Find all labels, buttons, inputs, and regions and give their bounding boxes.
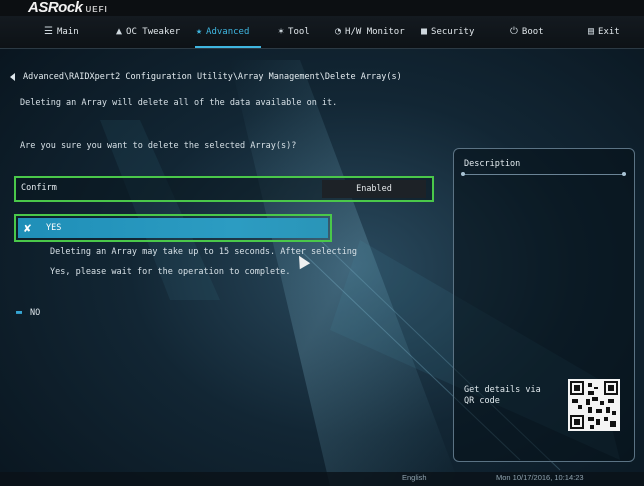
tab-exit[interactable]: ▤ Exit (588, 16, 620, 48)
tab-security-label: Security (431, 27, 475, 37)
shield-icon: ■ (421, 26, 428, 37)
tab-hw-monitor-label: H/W Monitor (345, 27, 405, 37)
tab-exit-label: Exit (598, 27, 620, 37)
tab-oc-tweaker-label: OC Tweaker (126, 27, 181, 37)
tools-icon: ✘ (24, 221, 32, 235)
tab-main-label: Main (56, 27, 79, 37)
breadcrumb: Advanced\RAIDXpert2 Configuration Utilit… (10, 70, 402, 84)
brand-name: ASRock (28, 0, 83, 16)
rocket-icon: ▲ (116, 26, 123, 37)
info-text: Deleting an Array will delete all of the… (20, 98, 338, 108)
language-selector[interactable]: English (402, 473, 427, 482)
yes-option-label: YES (46, 223, 62, 233)
confirm-value-dropdown[interactable]: Enabled (322, 180, 426, 198)
tab-tool[interactable]: ✶ Tool (278, 16, 310, 48)
tab-advanced-label: Advanced (206, 27, 250, 37)
no-option-row[interactable]: ▬ NO (16, 306, 40, 320)
main-menu-bar: ☰ Main ▲ OC Tweaker ★ Advanced ✶ Tool ◔ H/W M… (0, 16, 644, 49)
status-bar: English Mon 10/17/2016, 10:14:23 (0, 472, 644, 486)
yes-description-line-1: Deleting an Array may take up to 15 seco… (50, 247, 358, 257)
description-title: Description (464, 159, 521, 169)
divider-dot-right (622, 172, 626, 176)
description-panel: Description Get details via QR code (453, 148, 635, 462)
tab-hw-monitor[interactable]: ◔ H/W Monitor (335, 16, 405, 48)
no-option-label: NO (30, 308, 41, 318)
tab-advanced[interactable]: ★ Advanced (196, 16, 249, 48)
active-tab-indicator (195, 46, 261, 48)
brand-logo: ASRock UEFI (28, 0, 108, 16)
list-icon: ☰ (44, 26, 53, 37)
confirm-label: Confirm (21, 183, 57, 193)
tab-main[interactable]: ☰ Main (44, 16, 79, 48)
monitor-icon: ◔ (335, 26, 342, 37)
folder-icon: ▬ (16, 307, 23, 318)
top-bar: ASRock UEFI (0, 0, 644, 16)
yes-option-highlight: ✘ YES (18, 218, 328, 238)
confirm-question: Are you sure you want to delete the sele… (20, 141, 297, 151)
wrench-icon: ✶ (278, 26, 285, 37)
tab-boot-label: Boot (521, 27, 544, 37)
star-icon: ★ (196, 26, 203, 37)
tab-security[interactable]: ■ Security (421, 16, 474, 48)
qr-code-icon (568, 379, 620, 431)
yes-option-row[interactable]: ✘ YES (14, 214, 332, 242)
power-icon: ⏻ (510, 26, 518, 37)
back-arrow-icon[interactable] (10, 72, 15, 81)
tab-boot[interactable]: ⏻ Boot (510, 16, 544, 48)
confirm-setting-row[interactable]: Confirm Enabled (14, 176, 434, 202)
tab-oc-tweaker[interactable]: ▲ OC Tweaker (116, 16, 180, 48)
breadcrumb-path: Advanced\RAIDXpert2 Configuration Utilit… (23, 72, 402, 82)
date-time: Mon 10/17/2016, 10:14:23 (496, 473, 584, 482)
yes-description-line-2: Yes, please wait for the operation to co… (50, 267, 291, 277)
qr-hint-text: Get details via QR code (464, 385, 541, 406)
divider-dot-left (461, 172, 465, 176)
brand-suffix: UEFI (85, 5, 108, 14)
exit-icon: ▤ (588, 26, 595, 37)
tab-tool-label: Tool (288, 27, 310, 37)
description-divider (462, 174, 626, 175)
